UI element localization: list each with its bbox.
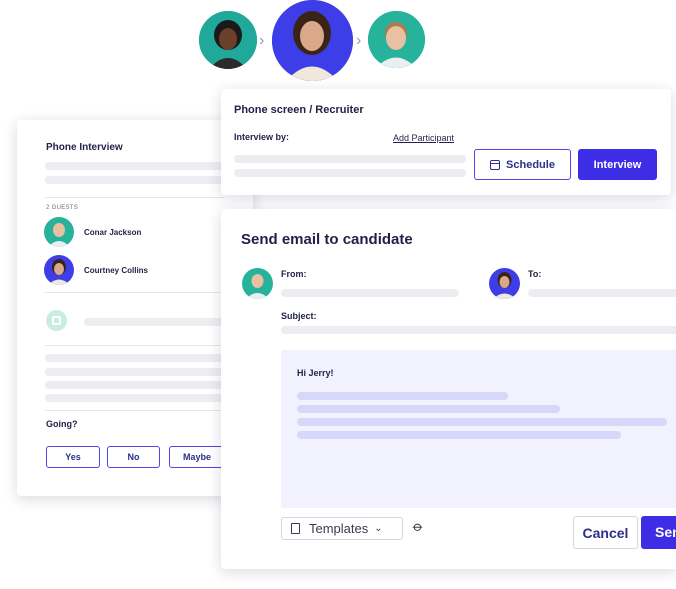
add-participant-link[interactable]: Add Participant xyxy=(393,133,454,143)
no-button[interactable]: No xyxy=(107,446,160,468)
to-label: To: xyxy=(528,269,542,279)
candidate-avatar-center[interactable] xyxy=(272,0,353,81)
body-line xyxy=(297,392,508,400)
greeting: Hi Jerry! xyxy=(297,368,334,378)
guests-label: 2 GUESTS xyxy=(46,205,79,211)
placeholder-line xyxy=(45,176,225,184)
body-line xyxy=(297,405,560,413)
calendar-icon xyxy=(490,159,501,170)
attachment-icon[interactable]: ⌀ xyxy=(409,518,427,536)
placeholder-line xyxy=(234,169,466,177)
placeholder-line xyxy=(45,368,225,376)
phone-interview-card: Phone Interview 2 GUESTS Conar Jackson C… xyxy=(17,120,253,496)
schedule-button[interactable]: Schedule xyxy=(474,149,571,180)
send-label: Send xyxy=(655,524,676,540)
send-email-card: Send email to candidate From: To: Subjec… xyxy=(221,209,676,569)
divider xyxy=(45,410,225,411)
schedule-label: Schedule xyxy=(506,158,555,171)
subject-field[interactable] xyxy=(281,326,676,334)
divider xyxy=(45,345,225,346)
divider xyxy=(45,292,225,293)
interview-by-label: Interview by: xyxy=(234,132,290,142)
to-field[interactable] xyxy=(528,289,676,297)
candidate-avatar-left[interactable] xyxy=(199,11,257,69)
cancel-button[interactable]: Cancel xyxy=(573,516,638,549)
video-call-icon xyxy=(46,310,67,331)
divider xyxy=(45,197,225,198)
subject-label: Subject: xyxy=(281,311,317,321)
guest-name: Courtney Collins xyxy=(84,266,149,275)
from-field[interactable] xyxy=(281,289,459,297)
placeholder-line xyxy=(45,394,225,402)
yes-button[interactable]: Yes xyxy=(46,446,100,468)
document-icon xyxy=(291,523,300,534)
placeholder-line xyxy=(45,381,225,389)
card-title: Phone screen / Recruiter xyxy=(234,104,364,116)
templates-dropdown[interactable]: Templates ⌄ xyxy=(281,517,403,540)
chevron-down-icon: ⌄ xyxy=(374,523,383,534)
sender-avatar xyxy=(242,268,273,299)
candidate-avatar-right[interactable] xyxy=(368,11,425,68)
chevron-right-icon: › xyxy=(356,32,362,49)
placeholder-line xyxy=(45,162,225,170)
chevron-right-icon: › xyxy=(259,32,265,49)
guest-avatar xyxy=(44,217,74,247)
phone-screen-card: Phone screen / Recruiter Interview by: A… xyxy=(221,89,671,195)
send-button[interactable]: Send xyxy=(641,516,676,549)
templates-label: Templates xyxy=(309,521,369,536)
recipient-avatar xyxy=(489,268,520,299)
maybe-button[interactable]: Maybe xyxy=(169,446,225,468)
email-body[interactable]: Hi Jerry! xyxy=(281,350,676,508)
body-line xyxy=(297,418,667,426)
placeholder-line xyxy=(234,155,466,163)
interview-button[interactable]: Interview xyxy=(578,149,657,180)
card-title: Send email to candidate xyxy=(241,231,413,248)
from-label: From: xyxy=(281,269,307,279)
body-line xyxy=(297,431,621,439)
going-label: Going? xyxy=(46,419,78,429)
guest-name: Conar Jackson xyxy=(84,228,142,237)
placeholder-line xyxy=(84,318,225,326)
guest-avatar xyxy=(44,255,74,285)
placeholder-line xyxy=(45,354,225,362)
card-title: Phone Interview xyxy=(46,142,123,153)
